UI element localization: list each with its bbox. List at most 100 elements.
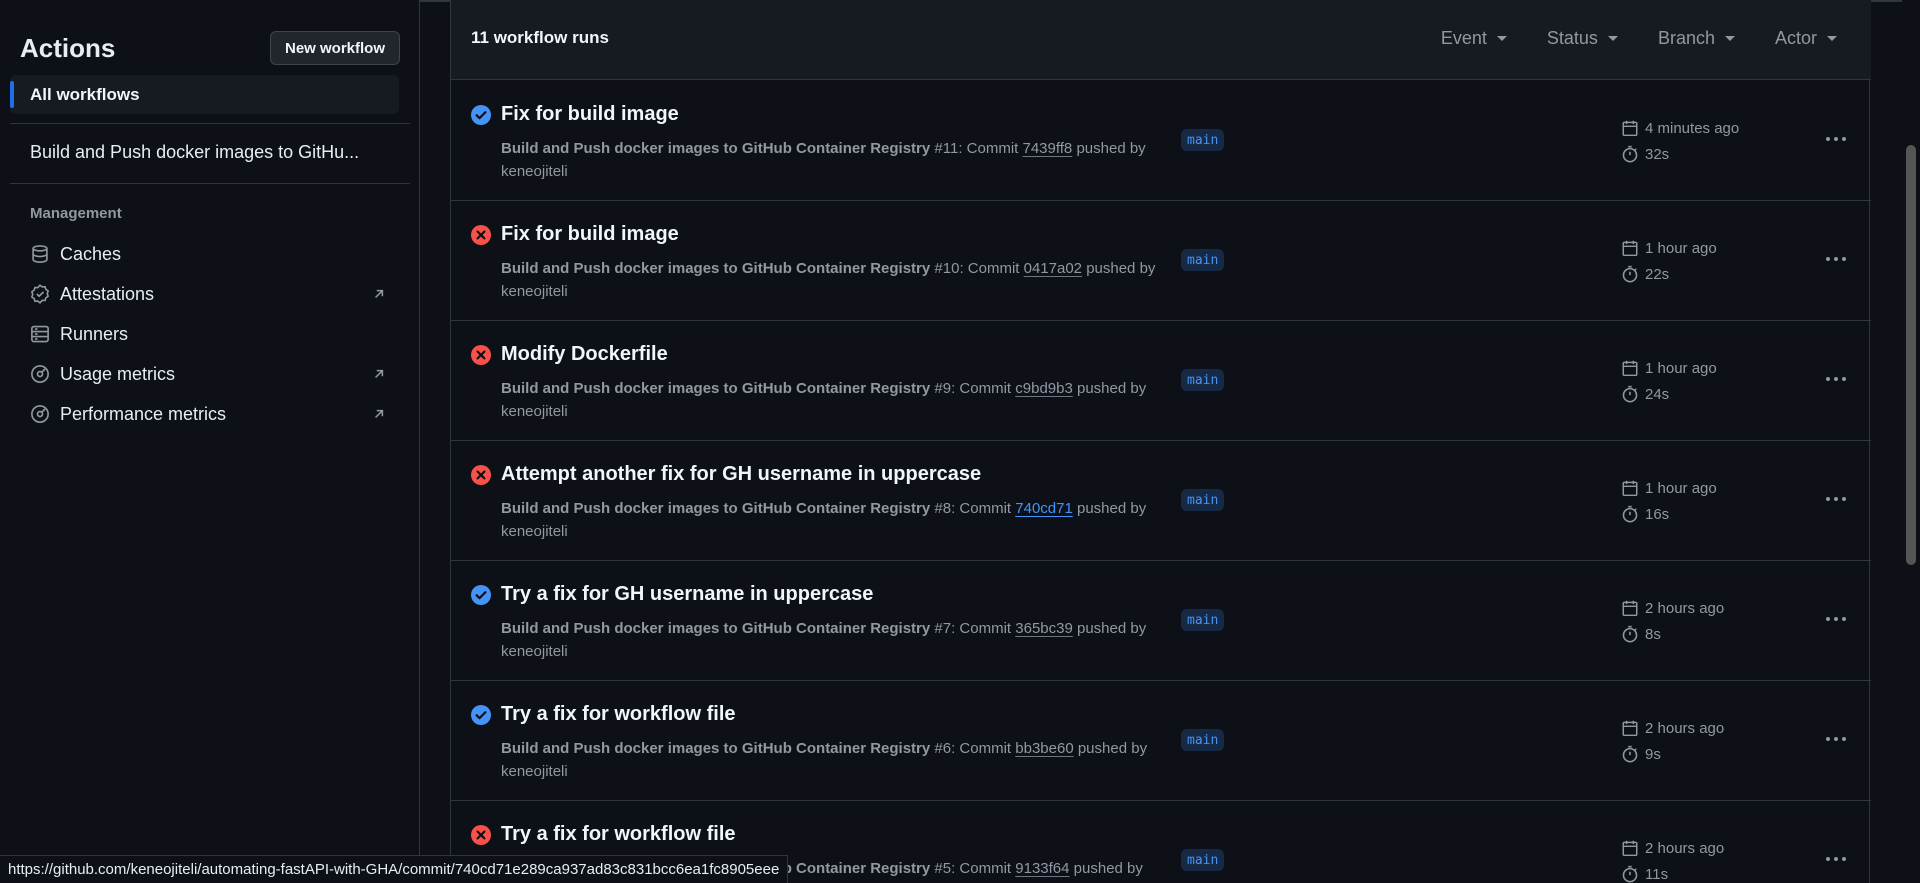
branch-badge[interactable]: main [1181, 609, 1225, 631]
run-time: 4 minutes ago [1621, 119, 1739, 137]
run-title-link[interactable]: Attempt another fix for GH username in u… [501, 463, 981, 486]
duration-text: 8s [1645, 625, 1661, 643]
run-time: 2 hours ago [1621, 839, 1724, 857]
caret-down-icon [1827, 36, 1837, 41]
workflow-name[interactable]: Build and Push docker images to GitHub C… [501, 380, 930, 397]
relative-time: 1 hour ago [1645, 479, 1717, 497]
workflow-name[interactable]: Build and Push docker images to GitHub C… [501, 140, 930, 157]
sidebar-item-performance-metrics[interactable]: Performance metrics [28, 398, 388, 430]
kebab-menu-icon[interactable] [1821, 247, 1851, 271]
actor-name[interactable]: keneojiteli [501, 163, 568, 180]
run-number: #10 [934, 260, 960, 277]
calendar-icon [1621, 239, 1645, 257]
branch-badge[interactable]: main [1181, 849, 1225, 871]
commit-link[interactable]: 0417a02 [1024, 260, 1082, 277]
run-title-link[interactable]: Modify Dockerfile [501, 343, 668, 366]
duration-text: 9s [1645, 745, 1661, 763]
runs-count: 11 workflow runs [471, 28, 609, 47]
sidebar-item-label: Performance metrics [60, 403, 227, 424]
run-title-link[interactable]: Try a fix for GH username in uppercase [501, 583, 873, 606]
sidebar-item-label: Usage metrics [60, 363, 176, 384]
kebab-menu-icon[interactable] [1821, 367, 1851, 391]
branch-badge[interactable]: main [1181, 489, 1225, 511]
pushed-by-text: pushed by [1076, 140, 1146, 157]
relative-time: 1 hour ago [1645, 239, 1717, 257]
workflow-run-row[interactable]: Fix for build image Build and Push docker… [451, 201, 1871, 321]
actor-name[interactable]: keneojiteli [501, 403, 568, 420]
workflow-name[interactable]: Build and Push docker images to GitHub C… [501, 260, 930, 277]
new-workflow-button[interactable]: New workflow [269, 31, 400, 65]
scrollbar[interactable] [1902, 0, 1920, 883]
commit-link[interactable]: 740cd71 [1015, 500, 1073, 517]
sidebar-item-attestations[interactable]: Attestations [28, 278, 388, 310]
duration-text: 22s [1645, 265, 1670, 283]
run-duration: 8s [1621, 625, 1661, 643]
relative-time: 1 hour ago [1645, 359, 1717, 377]
kebab-menu-icon[interactable] [1821, 727, 1851, 751]
workflow-run-row[interactable]: Attempt another fix for GH username in u… [451, 441, 1871, 561]
stopwatch-icon [1621, 385, 1645, 403]
run-title-link[interactable]: Try a fix for workflow file [501, 823, 736, 846]
x-circle-icon [471, 225, 491, 245]
run-title-link[interactable]: Try a fix for workflow file [501, 703, 736, 726]
commit-link[interactable]: 9133f64 [1015, 860, 1069, 877]
branch-badge[interactable]: main [1181, 129, 1225, 151]
commit-link[interactable]: 365bc39 [1015, 620, 1073, 637]
stopwatch-icon [1621, 145, 1645, 163]
run-meta: Build and Push docker images to GitHub C… [501, 137, 1161, 183]
workflow-name[interactable]: Build and Push docker images to GitHub C… [501, 620, 930, 637]
workflow-run-row[interactable]: Fix for build image Build and Push docker… [451, 81, 1871, 201]
relative-time: 4 minutes ago [1645, 119, 1740, 137]
kebab-menu-icon[interactable] [1821, 127, 1851, 151]
actor-name[interactable]: keneojiteli [501, 643, 568, 660]
kebab-menu-icon[interactable] [1821, 847, 1851, 871]
sidebar-item-usage-metrics[interactable]: Usage metrics [28, 358, 388, 390]
workflow-name[interactable]: Build and Push docker images to GitHub C… [501, 500, 930, 517]
sidebar-item-label: Attestations [60, 283, 155, 304]
pushed-by-text: pushed by [1077, 620, 1147, 637]
sidebar-item-caches[interactable]: Caches [28, 238, 388, 270]
sidebar-item-runners[interactable]: Runners [28, 318, 388, 350]
duration-text: 32s [1645, 145, 1670, 163]
branch-filter[interactable]: Branch [1658, 28, 1735, 49]
check-circle-icon [471, 105, 491, 125]
run-number: #5 [934, 860, 952, 877]
commit-link[interactable]: bb3be60 [1015, 740, 1073, 757]
check-circle-icon [471, 585, 491, 605]
workflow-run-row[interactable]: Modify Dockerfile Build and Push docker i… [451, 321, 1871, 441]
actor-name[interactable]: keneojiteli [501, 763, 568, 780]
runs-header: 11 workflow runs Event Status Branch Act… [451, 0, 1871, 80]
run-meta: Build and Push docker images to GitHub C… [501, 377, 1161, 423]
actor-name[interactable]: keneojiteli [501, 283, 568, 300]
sidebar-item-all-workflows[interactable]: All workflows [10, 75, 399, 114]
verified-icon [28, 282, 52, 306]
external-link-icon [375, 409, 384, 418]
status-filter[interactable]: Status [1547, 28, 1618, 49]
caret-down-icon [1607, 36, 1618, 41]
run-time: 2 hours ago [1621, 719, 1724, 737]
scrollbar-thumb[interactable] [1906, 145, 1916, 565]
run-title-link[interactable]: Fix for build image [501, 223, 679, 246]
branch-badge[interactable]: main [1181, 369, 1225, 391]
commit-link[interactable]: 7439ff8 [1023, 140, 1073, 157]
sidebar-item-workflow[interactable]: Build and Push docker images to GitHu... [30, 142, 359, 163]
pushed-by-text: pushed by [1086, 260, 1156, 277]
branch-badge[interactable]: main [1181, 249, 1225, 271]
event-filter[interactable]: Event [1441, 28, 1507, 49]
commit-prefix: : Commit [951, 860, 1012, 877]
filter-label: Branch [1657, 28, 1715, 48]
filter-label: Event [1440, 28, 1487, 48]
actor-filter[interactable]: Actor [1775, 28, 1837, 49]
kebab-menu-icon[interactable] [1821, 487, 1851, 511]
actor-name[interactable]: keneojiteli [501, 523, 568, 540]
branch-badge[interactable]: main [1181, 729, 1225, 751]
workflow-run-row[interactable]: Try a fix for workflow file Build and Pus… [451, 681, 1871, 801]
stopwatch-icon [1621, 865, 1645, 883]
workflow-run-row[interactable]: Try a fix for GH username in uppercase Bu… [451, 561, 1871, 681]
kebab-menu-icon[interactable] [1821, 607, 1851, 631]
run-title-link[interactable]: Fix for build image [501, 103, 679, 126]
commit-link[interactable]: c9bd9b3 [1015, 380, 1073, 397]
workflow-name[interactable]: Build and Push docker images to GitHub C… [501, 740, 930, 757]
sidebar-item-label: Runners [60, 323, 129, 344]
status-url-tooltip: https://github.com/keneojiteli/automatin… [0, 855, 789, 883]
